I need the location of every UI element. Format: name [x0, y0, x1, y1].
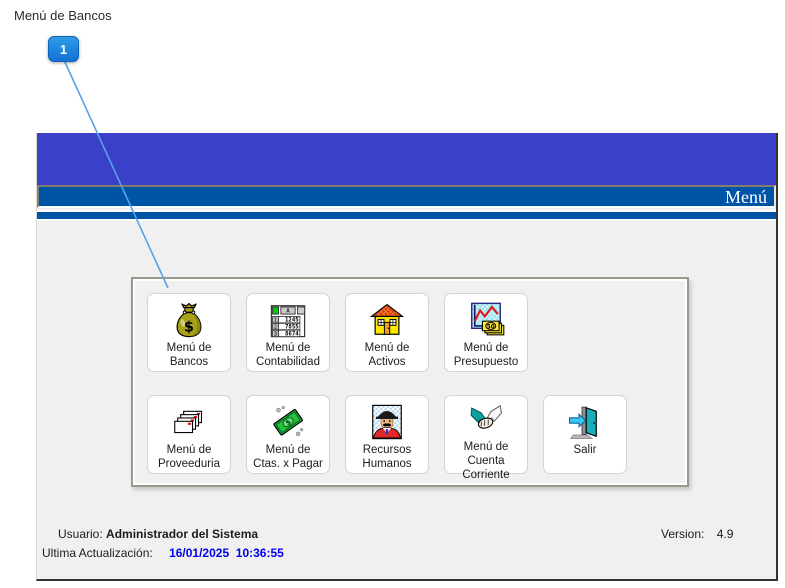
house-icon: [368, 299, 406, 340]
menu-button-contabilidad[interactable]: A 1 1245 2 7855 3 8674 Menú de Contabili…: [246, 293, 330, 372]
menu-button-label: Menú de Cuenta Corriente: [445, 440, 527, 482]
status-user: Usuario: Administrador del Sistema: [58, 527, 258, 541]
svg-text:2: 2: [274, 324, 277, 330]
menu-button-label: Menú de Ctas. x Pagar: [253, 443, 323, 471]
menu-bar-item-menu[interactable]: Menú: [725, 188, 767, 206]
update-label: Ultima Actualización:: [42, 546, 153, 560]
svg-text:A: A: [286, 307, 290, 314]
svg-text:7855: 7855: [285, 324, 299, 330]
user-value: Administrador del Sistema: [106, 527, 258, 541]
exit-door-icon: [566, 401, 604, 442]
menu-button-salir[interactable]: Salir: [543, 395, 627, 474]
flying-bill-icon: $: [269, 401, 307, 442]
calculator-icon: A 1 1245 2 7855 3 8674: [269, 299, 307, 340]
menu-button-proveeduria[interactable]: Menú de Proveeduria: [147, 395, 231, 474]
toolbar-strip: [37, 210, 776, 221]
menu-button-label: Menú de Presupuesto: [454, 341, 519, 369]
status-version: Version: 4.9: [661, 527, 733, 541]
menu-button-activos[interactable]: Menú de Activos: [345, 293, 429, 372]
menu-button-ctas-x-pagar[interactable]: $ Menú de Ctas. x Pagar: [246, 395, 330, 474]
menu-button-bancos[interactable]: $ Menú de Bancos: [147, 293, 231, 372]
money-bag-icon: $: [170, 299, 208, 340]
budget-chart-icon: 50: [467, 299, 505, 340]
menu-button-presupuesto[interactable]: 50 Menú de Presupuesto: [444, 293, 528, 372]
menu-button-label: Salir: [573, 443, 596, 457]
menu-button-label: Recursos Humanos: [362, 443, 411, 471]
version-value: 4.9: [717, 527, 734, 541]
app-window: Menú $ Menú de Bancos: [36, 133, 778, 581]
menu-button-cuenta-corriente[interactable]: Menú de Cuenta Corriente: [444, 395, 528, 474]
menu-button-recursos-humanos[interactable]: Recursos Humanos: [345, 395, 429, 474]
svg-text:1245: 1245: [285, 317, 299, 323]
person-icon: [368, 401, 406, 442]
update-value: 16/01/2025 10:36:55: [169, 546, 284, 560]
svg-text:50: 50: [487, 324, 495, 330]
handshake-icon: [467, 401, 505, 439]
menu-button-label: Menú de Bancos: [167, 341, 212, 369]
svg-text:8674: 8674: [285, 331, 299, 337]
annotation-badge-1: 1: [48, 36, 79, 62]
user-label: Usuario:: [58, 527, 103, 541]
svg-text:$: $: [184, 319, 194, 335]
menu-button-label: Menú de Activos: [365, 341, 410, 369]
title-banner: [37, 133, 776, 185]
status-last-update: Ultima Actualización: 16/01/2025 10:36:5…: [42, 546, 284, 560]
version-label: Version:: [661, 527, 704, 541]
envelopes-icon: [170, 401, 208, 442]
menu-button-label: Menú de Proveeduria: [158, 443, 220, 471]
menu-button-label: Menú de Contabilidad: [256, 341, 320, 369]
menu-bar: Menú: [37, 185, 776, 208]
svg-text:3: 3: [274, 331, 277, 337]
annotation-title: Menú de Bancos: [14, 8, 112, 23]
svg-text:1: 1: [274, 317, 277, 323]
